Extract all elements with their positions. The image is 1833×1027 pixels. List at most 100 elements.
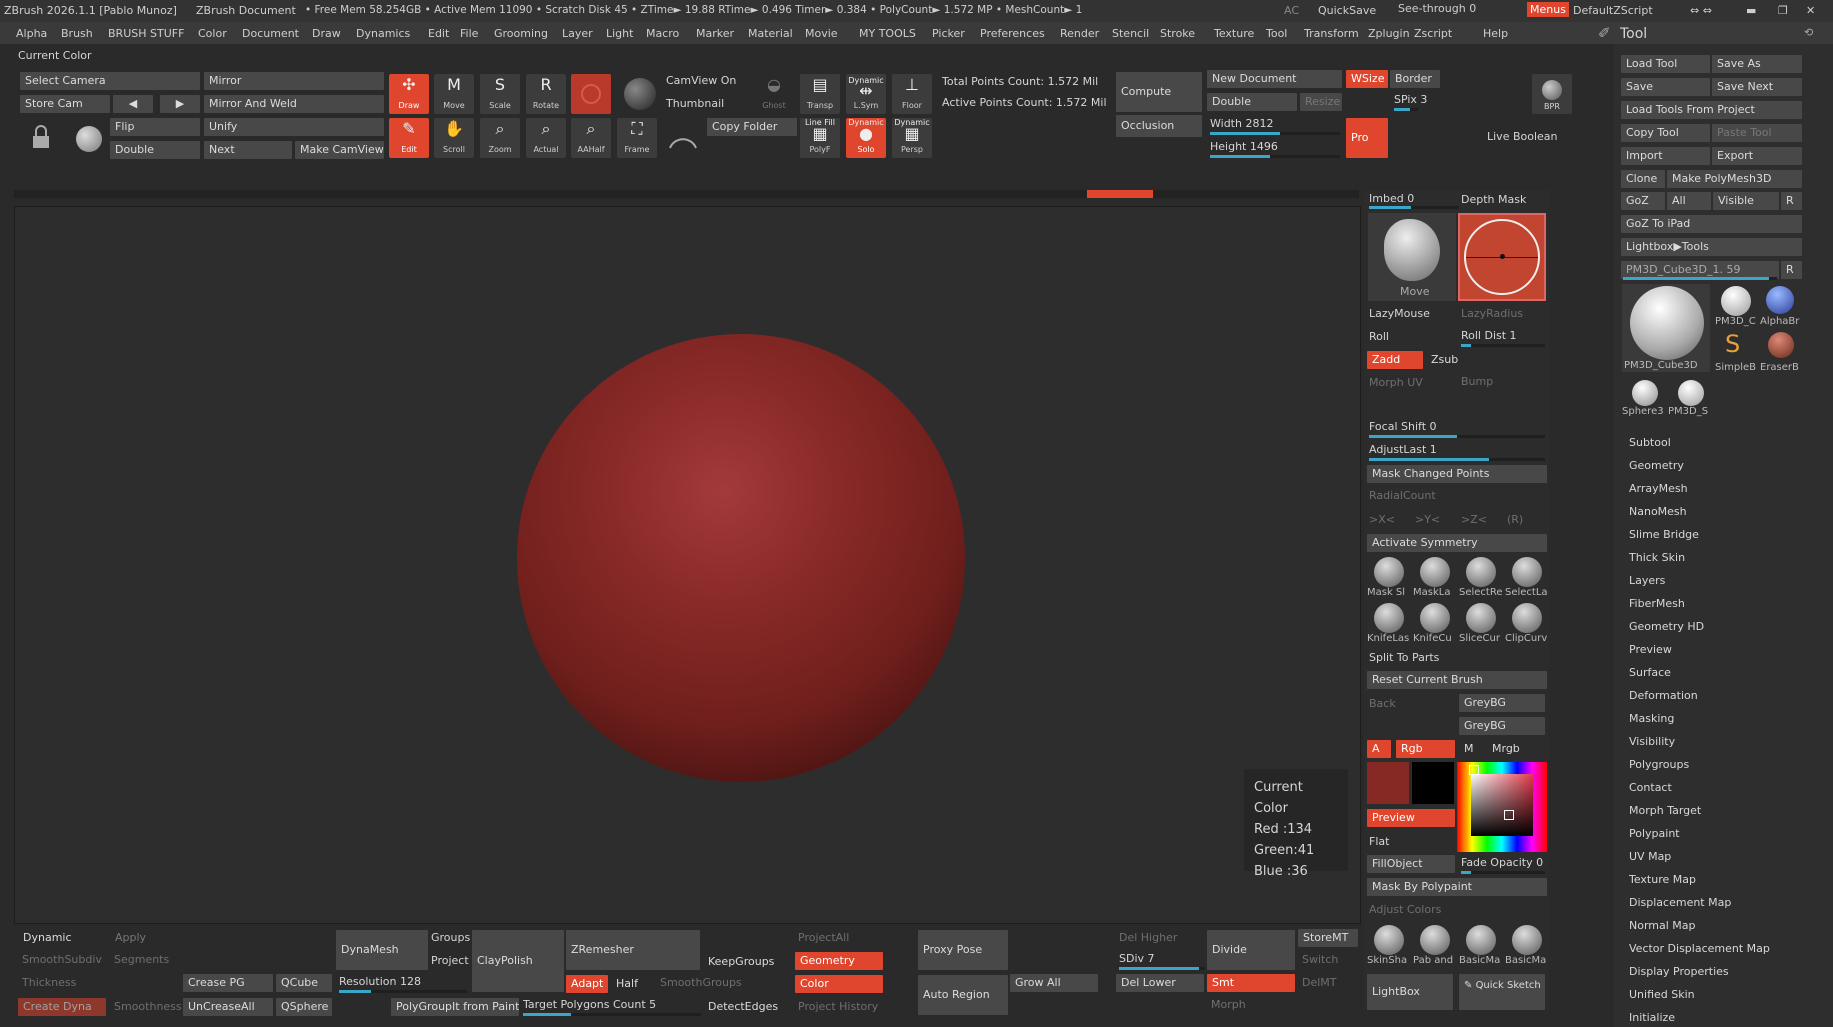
fade-opacity-slider[interactable]: Fade Opacity 0	[1461, 856, 1543, 869]
camera-view-icon[interactable]	[666, 122, 700, 156]
mask-changed-points-button[interactable]: Mask Changed Points	[1367, 465, 1547, 483]
menu-item-stroke[interactable]: Stroke	[1160, 27, 1195, 40]
radial-count-slider[interactable]: RadialCount	[1369, 489, 1436, 502]
uncrease-all-button[interactable]: UnCreaseAll	[183, 998, 273, 1016]
smooth-subdiv-slider[interactable]: SmoothSubdiv	[22, 953, 102, 966]
bump-slider[interactable]: Bump	[1461, 375, 1493, 388]
flat-toggle[interactable]: Flat	[1369, 835, 1389, 848]
preview-button[interactable]: Preview	[1367, 809, 1455, 827]
solo-button[interactable]: Dynamic ● Solo	[846, 118, 886, 158]
segments-slider[interactable]: Segments	[114, 953, 169, 966]
subpalette-normal-map[interactable]: Normal Map	[1629, 919, 1696, 932]
clone-button[interactable]: Clone	[1621, 170, 1665, 188]
goz-visible-button[interactable]: Visible	[1713, 192, 1779, 210]
adjust-colors-label[interactable]: Adjust Colors	[1369, 903, 1441, 916]
height-slider[interactable]: Height 1496	[1210, 140, 1278, 153]
del-lower-button[interactable]: Del Lower	[1116, 974, 1204, 992]
next-button[interactable]: Next	[204, 141, 292, 159]
alpha-channel-toggle[interactable]: A	[1367, 740, 1391, 758]
thumbnail-toggle[interactable]: Thumbnail	[666, 97, 724, 110]
pro-button[interactable]: Pro	[1346, 118, 1388, 158]
menu-item-stencil[interactable]: Stencil	[1112, 27, 1149, 40]
menu-item-movie[interactable]: Movie	[805, 27, 838, 40]
smoothgroups-slider[interactable]: SmoothGroups	[660, 976, 742, 989]
target-polygons-slider[interactable]: Target Polygons Count 5	[523, 998, 656, 1011]
save-button[interactable]: Save	[1621, 78, 1710, 96]
reset-current-brush-button[interactable]: Reset Current Brush	[1367, 671, 1547, 689]
menu-item-zscript[interactable]: Zscript	[1414, 27, 1452, 40]
menu-item-tool[interactable]: Tool	[1266, 27, 1287, 40]
greybg-button-1[interactable]: GreyBG	[1459, 694, 1545, 712]
claypolish-button[interactable]: ClayPolish	[472, 930, 564, 992]
spix-slider[interactable]: SPix 3	[1394, 93, 1427, 106]
draw-button[interactable]: ✣ Draw	[389, 74, 429, 114]
greybg-button-2[interactable]: GreyBG	[1459, 717, 1545, 735]
subpalette-geometry-hd[interactable]: Geometry HD	[1629, 620, 1704, 633]
save-next-button[interactable]: Save Next	[1712, 78, 1802, 96]
camera-next-button[interactable]: ▶	[160, 95, 200, 113]
tool-thumb-pm3d-sphere[interactable]: PM3D_S	[1668, 378, 1712, 422]
subpalette-polygroups[interactable]: Polygroups	[1629, 758, 1689, 771]
create-dyna-button[interactable]: Create Dyna	[18, 998, 106, 1016]
menu-item-transform[interactable]: Transform	[1304, 27, 1359, 40]
subpalette-geometry[interactable]: Geometry	[1629, 459, 1684, 472]
smt-toggle[interactable]: Smt	[1207, 974, 1295, 992]
activate-symmetry-button[interactable]: Activate Symmetry	[1367, 534, 1547, 552]
symmetry-y-toggle[interactable]: >Y<	[1415, 513, 1440, 526]
subpalette-subtool[interactable]: Subtool	[1629, 436, 1671, 449]
material-thumb-0[interactable]: SkinSha	[1367, 925, 1411, 967]
delmt-button[interactable]: DelMT	[1302, 976, 1337, 989]
color-picker[interactable]	[1457, 762, 1547, 852]
make-camview-button[interactable]: Make CamView	[295, 141, 384, 159]
actual-button[interactable]: ⌕ Actual	[526, 118, 566, 158]
subpalette-fibermesh[interactable]: FiberMesh	[1629, 597, 1685, 610]
move-brush-thumbnail[interactable]: Move	[1368, 213, 1456, 301]
groups-toggle[interactable]: Groups	[431, 931, 470, 944]
zremesher-button[interactable]: ZRemesher	[566, 930, 700, 970]
clip-brush-thumb-3[interactable]: ClipCurv	[1505, 603, 1549, 645]
subpalette-displacement-map[interactable]: Displacement Map	[1629, 896, 1731, 909]
seethrough-slider[interactable]: See-through 0	[1398, 2, 1476, 15]
select-camera-button[interactable]: Select Camera	[20, 72, 200, 90]
menus-toggle[interactable]: Menus	[1527, 2, 1569, 17]
polygroupit-from-paint-button[interactable]: PolyGroupIt from Paint	[391, 998, 519, 1016]
transp-button[interactable]: ▤ Transp	[800, 74, 840, 114]
project-history-button[interactable]: Project History	[798, 1000, 878, 1013]
dynamic-subdiv-button[interactable]: Dynamic	[18, 929, 108, 947]
restore-icon[interactable]: ❐	[1778, 4, 1788, 17]
make-polymesh3d-button[interactable]: Make PolyMesh3D	[1667, 170, 1802, 188]
focal-shift-slider[interactable]: Focal Shift 0	[1369, 420, 1437, 433]
lazyradius-slider[interactable]: LazyRadius	[1461, 307, 1523, 320]
current-tool-r-button[interactable]: R	[1781, 261, 1802, 279]
divide-button[interactable]: Divide	[1207, 930, 1295, 970]
menu-item-light[interactable]: Light	[606, 27, 633, 40]
camview-on-toggle[interactable]: CamView On	[666, 74, 736, 87]
smoothness-slider[interactable]: Smoothness	[114, 1000, 182, 1013]
lightbox-button[interactable]: LightBox	[1367, 974, 1453, 1010]
material-thumb-2[interactable]: BasicMa	[1459, 925, 1503, 967]
unify-button[interactable]: Unify	[204, 118, 384, 136]
menu-item-document[interactable]: Document	[242, 27, 299, 40]
scroll-button[interactable]: ✋ Scroll	[434, 118, 474, 158]
double-button[interactable]: Double	[110, 141, 200, 159]
switch-button[interactable]: Switch	[1302, 953, 1338, 966]
subpalette-unified-skin[interactable]: Unified Skin	[1629, 988, 1695, 1001]
symmetry-x-toggle[interactable]: >X<	[1369, 513, 1395, 526]
menu-item-brush-stuff[interactable]: BRUSH STUFF	[108, 27, 184, 40]
menu-item-render[interactable]: Render	[1060, 27, 1099, 40]
menu-item-picker[interactable]: Picker	[932, 27, 965, 40]
morph-slider[interactable]: Morph	[1211, 998, 1246, 1011]
import-button[interactable]: Import	[1621, 147, 1710, 165]
goz-r-button[interactable]: R	[1781, 192, 1802, 210]
mirror-button[interactable]: Mirror	[204, 72, 384, 90]
menu-item-my-tools[interactable]: MY TOOLS	[859, 27, 916, 40]
subpalette-masking[interactable]: Masking	[1629, 712, 1674, 725]
adjust-last-slider[interactable]: AdjustLast 1	[1369, 443, 1437, 456]
material-thumb-3[interactable]: BasicMa	[1505, 925, 1549, 967]
color-toggle[interactable]: Color	[795, 975, 883, 993]
menu-item-material[interactable]: Material	[748, 27, 793, 40]
clip-brush-thumb-2[interactable]: SliceCur	[1459, 603, 1503, 645]
secondary-color-swatch[interactable]	[1412, 762, 1454, 804]
mask-brush-thumb-0[interactable]: Mask Sl	[1367, 557, 1411, 599]
subpalette-polypaint[interactable]: Polypaint	[1629, 827, 1680, 840]
